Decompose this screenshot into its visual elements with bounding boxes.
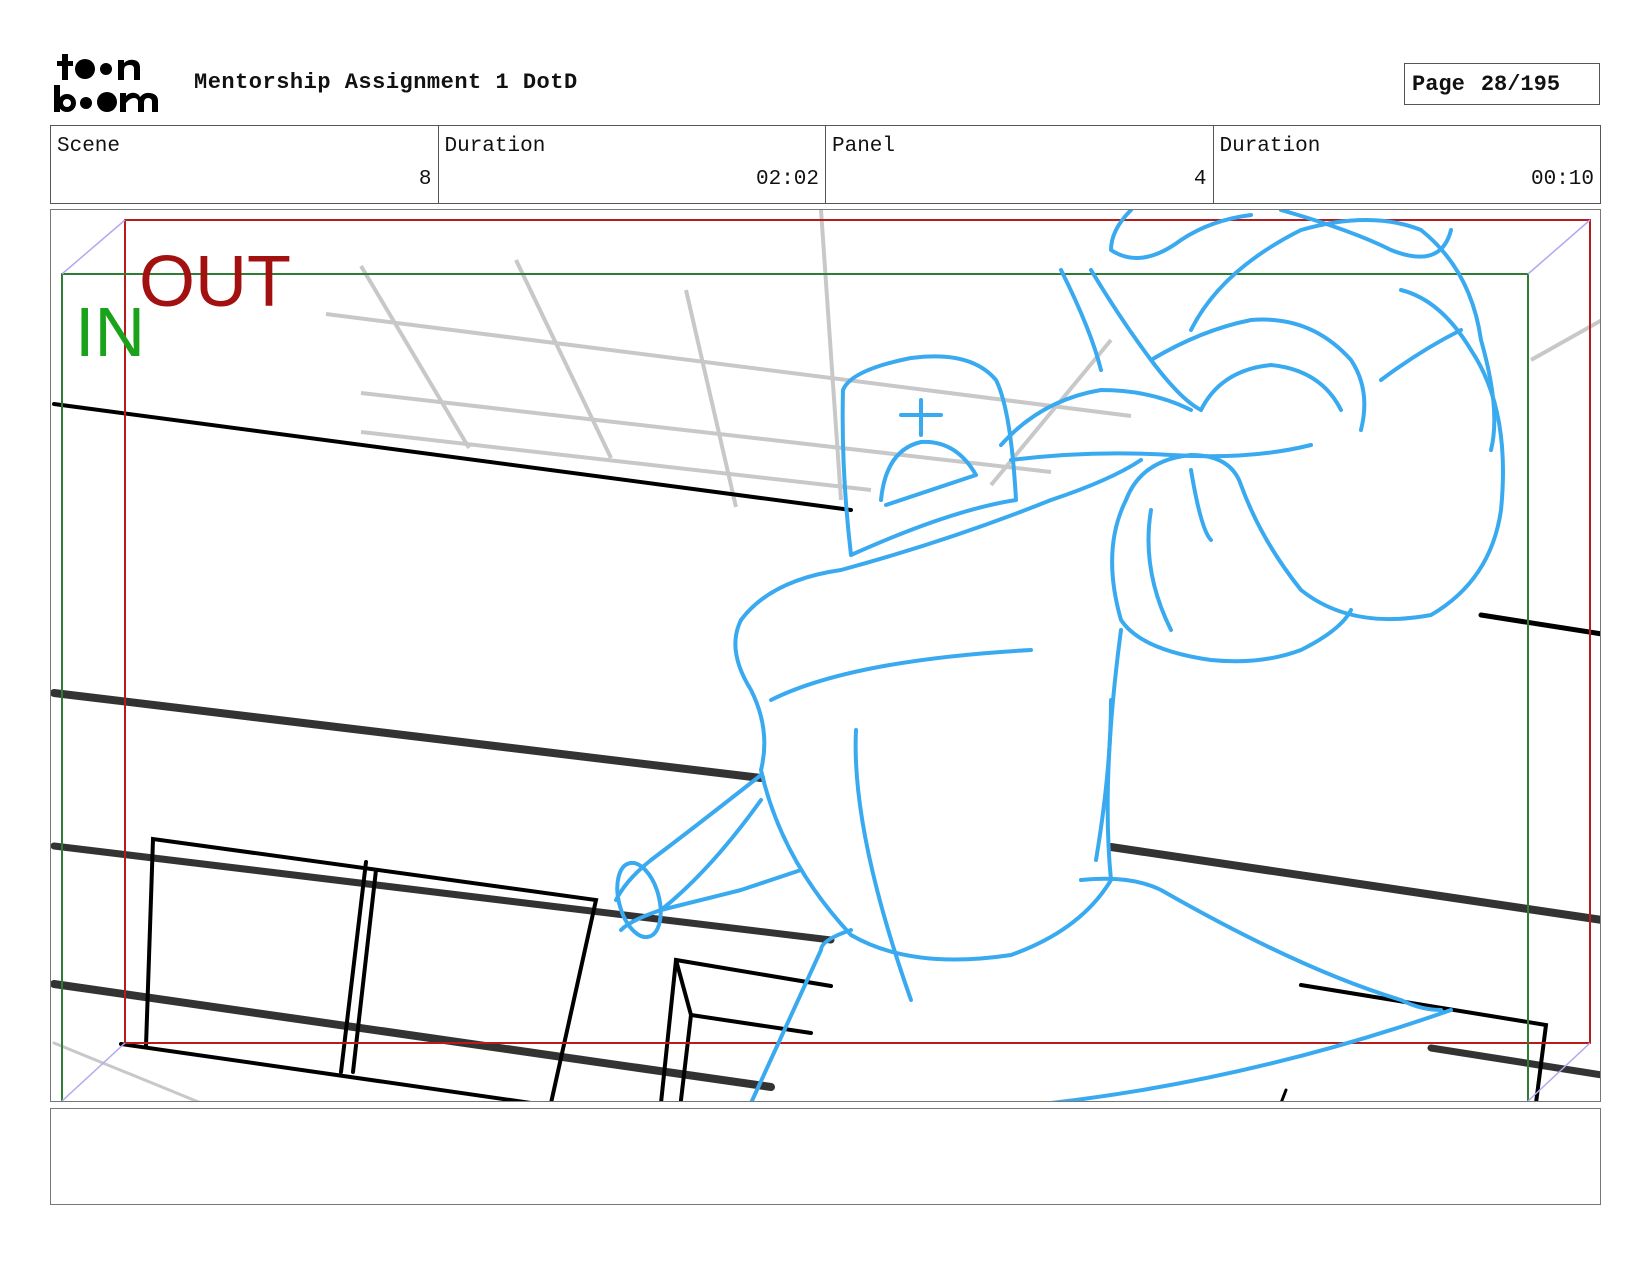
storyboard-panel: IN OUT <box>50 209 1601 1102</box>
panel-notes <box>50 1108 1601 1205</box>
scene-duration-cell: Duration 02:02 <box>439 126 826 203</box>
scene-cell: Scene 8 <box>51 126 439 203</box>
camera-frames <box>61 219 1591 1101</box>
scene-label: Scene <box>57 135 121 158</box>
page-indicator: Page 28/195 <box>1404 63 1600 105</box>
panel-value: 4 <box>1193 168 1207 191</box>
panel-info-table: Scene 8 Duration 02:02 Panel 4 Duration … <box>50 125 1601 204</box>
scene-value: 8 <box>418 168 432 191</box>
panel-duration-label: Duration <box>1219 135 1321 158</box>
character-sketch <box>614 210 1505 1101</box>
out-frame <box>124 219 1591 1044</box>
panel-duration-value: 00:10 <box>1530 168 1594 191</box>
background-lines <box>51 402 1600 1101</box>
page-number: 28/195 <box>1480 71 1561 97</box>
panel-cell: Panel 4 <box>826 126 1214 203</box>
project-title: Mentorship Assignment 1 DotD <box>194 70 578 95</box>
panel-drawing: IN OUT <box>51 210 1600 1101</box>
panel-duration-cell: Duration 00:10 <box>1214 126 1601 203</box>
in-label: IN <box>75 293 145 371</box>
out-label: OUT <box>139 242 291 322</box>
scene-duration-value: 02:02 <box>755 168 819 191</box>
page-label: Page <box>1412 71 1465 97</box>
panel-label: Panel <box>832 135 896 158</box>
scene-duration-label: Duration <box>444 135 546 158</box>
toon-boom-logo <box>54 54 158 112</box>
